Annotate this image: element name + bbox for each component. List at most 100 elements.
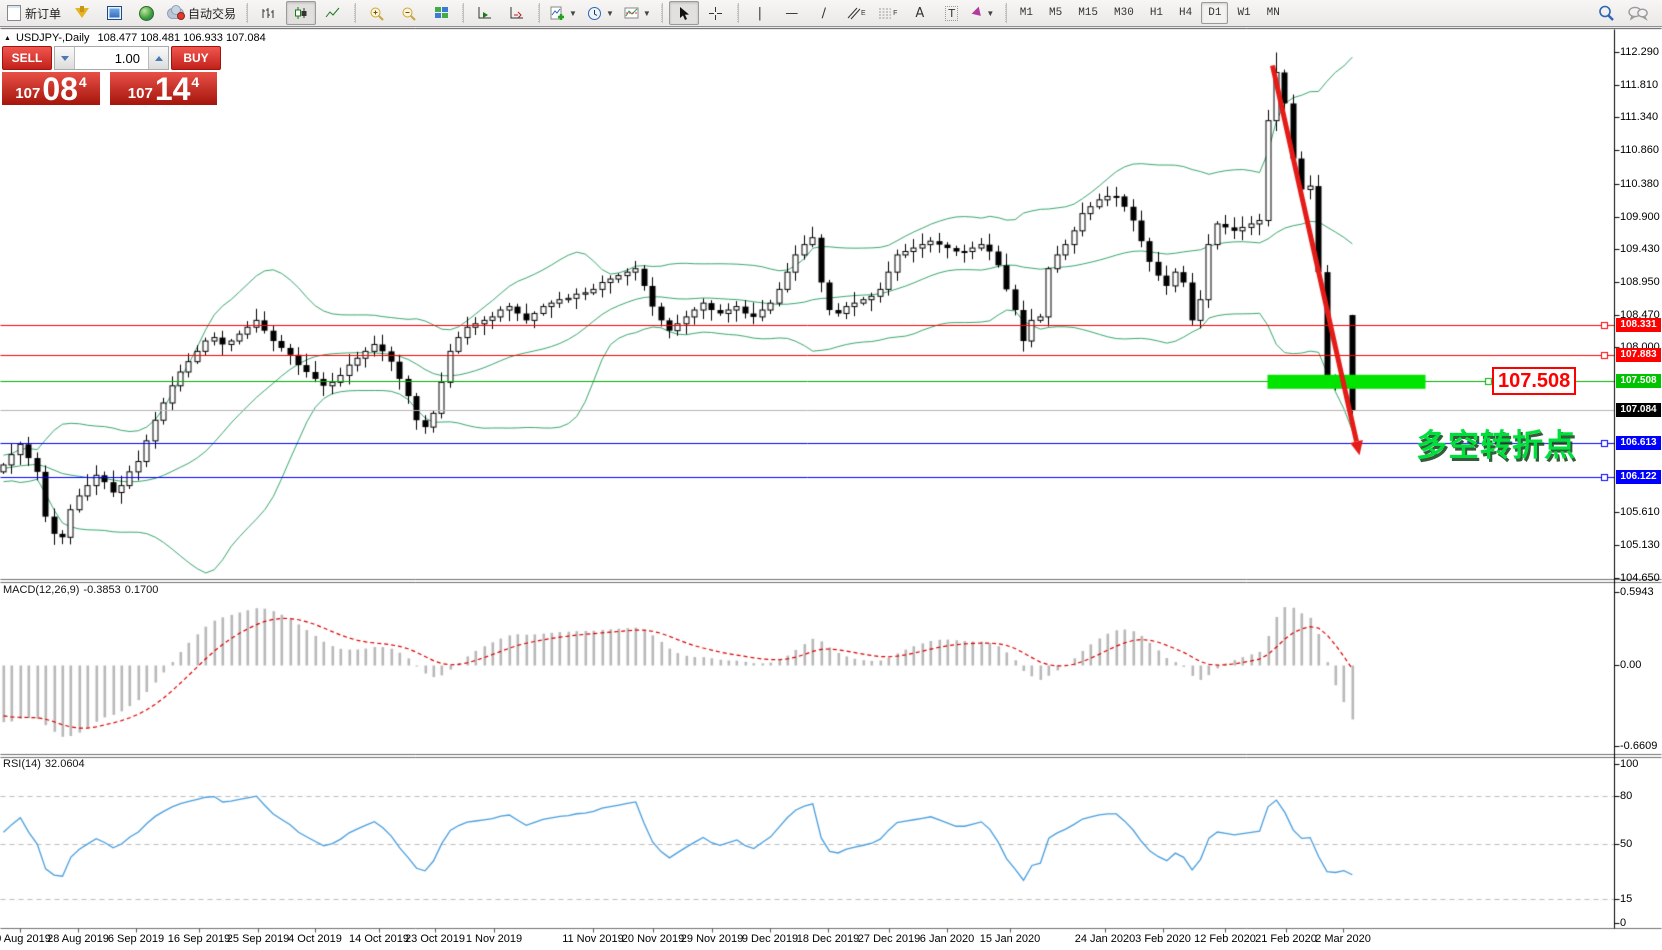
label-button[interactable]: T [937,1,967,25]
cursor-button[interactable] [669,1,699,25]
chart-shift-button[interactable] [502,1,532,25]
timeframe-m5-button[interactable]: M5 [1042,2,1069,24]
line-chart-button[interactable] [318,1,348,25]
vertical-line-button[interactable]: | [745,1,775,25]
zoom-in-icon [369,6,385,21]
chart-canvas[interactable] [0,0,1662,950]
date-axis-label: 24 Jan 2020 [1075,933,1136,945]
triangle-down-icon [61,56,69,61]
buy-price-point: 4 [191,74,199,90]
date-axis-label: 25 Sep 2019 [227,933,289,945]
sell-price-point: 4 [79,74,87,90]
signals-button[interactable] [131,1,161,25]
macd-main-value: -0.3853 [83,584,120,596]
buy-price[interactable]: 107144 [110,72,217,105]
toolbar-separator [462,3,464,23]
zoom-in-button[interactable] [362,1,392,25]
fibonacci-icon [878,6,893,20]
timeframe-m15-button[interactable]: M15 [1071,2,1105,24]
timeframe-m30-button[interactable]: M30 [1107,2,1141,24]
toolbar-separator [1005,3,1007,23]
buy-price-handle: 107 [128,85,153,102]
arrows-button[interactable]: ▼ [969,1,999,25]
tile-windows-button[interactable] [426,1,456,25]
new-chart-button[interactable] [99,1,129,25]
periods-button[interactable]: ▼ [583,1,618,25]
price-tick-label: 108.950 [1620,276,1660,288]
sell-price-handle: 107 [15,85,40,102]
price-line-chip: 106.122 [1616,470,1661,484]
price-line-chip: 106.613 [1616,436,1661,450]
volume-increase-button[interactable] [148,47,168,69]
zoom-out-button[interactable] [394,1,424,25]
arrows-icon [972,7,985,20]
search-icon [1598,5,1615,21]
macd-scale-label: 0.5943 [1620,586,1654,598]
sell-button[interactable]: SELL [2,46,52,70]
rsi-scale-label: 50 [1620,838,1632,850]
autotrading-icon [167,8,184,19]
trendline-button[interactable]: ∕ [809,1,839,25]
collapse-panel-icon[interactable]: ▲ [4,35,11,42]
rsi-scale-label: 80 [1620,790,1632,802]
indicators-button[interactable]: ▼ [546,1,581,25]
date-axis-label: 21 Feb 2020 [1255,933,1317,945]
toolbar-separator [737,3,739,23]
candlestick-button[interactable] [286,1,316,25]
crosshair-icon [708,6,723,21]
turning-point-annotation[interactable]: 多空转折点 [1416,420,1576,465]
search-button[interactable] [1591,1,1621,25]
timeframe-d1-button[interactable]: D1 [1201,2,1228,24]
auto-scroll-button[interactable] [470,1,500,25]
date-axis-label: 11 Nov 2019 [562,933,624,945]
chevron-down-icon: ▼ [986,9,994,18]
timeframe-mn-button[interactable]: MN [1260,2,1287,24]
volume-decrease-button[interactable] [55,47,75,69]
candlestick-icon [293,6,309,20]
date-axis-label: 6 Sep 2019 [108,933,164,945]
new-order-icon [7,5,21,21]
crosshair-button[interactable] [701,1,731,25]
bar-chart-button[interactable] [254,1,284,25]
level-annotation-box[interactable]: 107.508 [1492,367,1576,395]
new-order-button[interactable]: 新订单 [3,1,65,25]
fibonacci-button[interactable]: F [873,1,903,25]
chat-icon [1628,5,1648,21]
chevron-down-icon: ▼ [606,9,614,18]
templates-icon [624,6,640,21]
autotrading-button[interactable]: 自动交易 [163,1,240,25]
market-watch-button[interactable] [67,1,97,25]
timeframe-m1-button[interactable]: M1 [1013,2,1040,24]
one-click-trade-panel: SELL 1.00 BUY 107084 107144 [2,46,221,105]
text-button[interactable]: A [905,1,935,25]
date-axis-label: 6 Jan 2020 [920,933,974,945]
sell-price-pips: 08 [42,74,78,104]
vertical-line-icon: | [758,6,762,21]
new-order-label: 新订单 [25,5,61,22]
chat-button[interactable] [1623,1,1653,25]
toolbar: 新订单 自动交易 [0,0,1662,27]
sell-price[interactable]: 107084 [2,72,100,105]
chevron-down-icon: ▼ [569,9,577,18]
price-tick-label: 109.900 [1620,211,1660,223]
date-axis-label: 15 Jan 2020 [980,933,1041,945]
timeframe-h4-button[interactable]: H4 [1172,2,1199,24]
date-axis-label: 18 Dec 2019 [797,933,859,945]
tile-windows-icon [435,7,448,19]
horizontal-line-button[interactable]: — [777,1,807,25]
date-axis-label: 29 Nov 2019 [681,933,743,945]
rsi-value: 32.0604 [45,758,85,770]
label-icon: T [945,6,958,21]
volume-stepper: 1.00 [54,46,169,70]
timeframe-group: M1M5M15M30H1H4D1W1MN [1012,2,1288,24]
date-axis-label: 27 Dec 2019 [858,933,920,945]
buy-button[interactable]: BUY [171,46,221,70]
templates-button[interactable]: ▼ [620,1,655,25]
channel-icon [846,6,861,20]
trendline-icon: ∕ [822,6,826,21]
periods-icon [587,6,603,21]
volume-value[interactable]: 1.00 [75,47,148,69]
channel-button[interactable]: E [841,1,871,25]
timeframe-w1-button[interactable]: W1 [1230,2,1257,24]
timeframe-h1-button[interactable]: H1 [1143,2,1170,24]
